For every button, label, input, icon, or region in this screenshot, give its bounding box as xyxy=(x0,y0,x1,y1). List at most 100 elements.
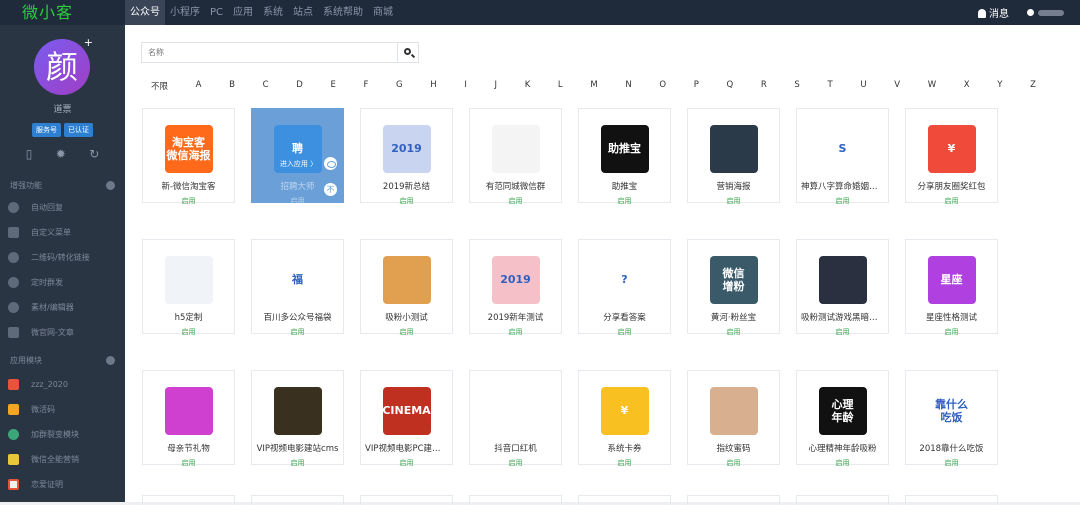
enable-button[interactable]: 启用 xyxy=(688,327,779,337)
enable-button[interactable]: 启用 xyxy=(688,196,779,206)
app-card[interactable]: ¥ 分享朋友圈奖红包 启用 xyxy=(905,108,998,206)
sidebar-item-zzz[interactable]: zzz_2020 xyxy=(0,372,125,397)
app-card[interactable]: 2019 2019新年测试 启用 xyxy=(469,239,562,337)
app-card[interactable]: 有范同城微信群 启用 xyxy=(469,108,562,206)
sidebar-item-live-code[interactable]: 微活码 xyxy=(0,397,125,422)
enable-button[interactable]: 启用 xyxy=(906,327,997,337)
filter-letter-v[interactable]: V xyxy=(894,80,900,92)
enable-button[interactable]: 启用 xyxy=(361,327,452,337)
app-card[interactable]: CINEMA VIP视频电影PC建站... 启用 xyxy=(360,370,453,467)
app-card[interactable]: ¥ 系统卡券 启用 xyxy=(578,370,671,468)
app-card[interactable]: 微信 增粉 黄河·粉丝宝 启用 xyxy=(687,239,780,337)
filter-letter-i[interactable]: I xyxy=(464,80,467,92)
filter-letter-r[interactable]: R xyxy=(761,80,767,92)
filter-letter-s[interactable]: S xyxy=(794,80,799,92)
enable-button[interactable]: 启用 xyxy=(252,196,343,206)
sidebar-item-materials[interactable]: 素材/编辑器 xyxy=(0,295,125,320)
tab-mall[interactable]: 商城 xyxy=(368,0,398,25)
sidebar-item-scheduled-send[interactable]: 定时群发 xyxy=(0,270,125,295)
search-button[interactable] xyxy=(397,43,418,62)
filter-letter-m[interactable]: M xyxy=(590,80,597,92)
enable-button[interactable]: 启用 xyxy=(797,196,888,206)
app-card[interactable]: 淘宝客 微信海报 新-微信淘宝客 启用 xyxy=(142,108,235,206)
filter-letter-u[interactable]: U xyxy=(860,80,866,92)
app-card[interactable]: VIP视频电影建站cms 启用 xyxy=(251,370,344,468)
app-card[interactable]: 福百川多公众号福袋 启用 xyxy=(251,239,344,337)
filter-letter-l[interactable]: L xyxy=(558,80,563,92)
section-app-modules[interactable]: 应用模块 xyxy=(0,350,125,370)
tab-system[interactable]: 系统 xyxy=(258,0,288,25)
filter-letter-o[interactable]: O xyxy=(659,80,666,92)
user-menu[interactable] xyxy=(1027,9,1064,16)
tab-pc[interactable]: PC xyxy=(205,0,228,25)
app-card[interactable]: S 神算八字算命婚姻测... 启用 xyxy=(796,108,889,206)
filter-letter-g[interactable]: G xyxy=(396,80,403,92)
filter-letter-h[interactable]: H xyxy=(430,80,436,92)
app-card[interactable]: 心理 年龄 心理精神年龄吸粉 启用 xyxy=(796,370,889,468)
tab-system-help[interactable]: 系统帮助 xyxy=(318,0,368,25)
enable-button[interactable]: 启用 xyxy=(470,458,561,468)
enable-button[interactable]: 启用 xyxy=(579,327,670,337)
app-card[interactable]: h5定制 启用 xyxy=(142,239,235,337)
sidebar-item-love-cert[interactable]: 恋爱证明 xyxy=(0,472,125,497)
filter-letter-p[interactable]: P xyxy=(694,80,699,92)
filter-letter-d[interactable]: D xyxy=(296,80,303,92)
enable-button[interactable]: 启用 xyxy=(797,458,888,468)
sidebar-item-auto-reply[interactable]: 自动回复 xyxy=(0,195,125,220)
brand-logo[interactable]: 微小客 xyxy=(0,0,125,25)
app-card[interactable]: 靠什么 吃饭 2018靠什么吃饭 启用 xyxy=(905,370,998,468)
enable-button[interactable]: 启用 xyxy=(688,458,779,468)
sidebar-item-custom-menu[interactable]: 自定义菜单 xyxy=(0,220,125,245)
app-card[interactable]: 抖音口红机 启用 xyxy=(469,370,562,468)
enable-button[interactable]: 启用 xyxy=(579,196,670,206)
enable-button[interactable]: 启用 xyxy=(906,196,997,206)
filter-letter-c[interactable]: C xyxy=(263,80,269,92)
tab-mini-program[interactable]: 小程序 xyxy=(165,0,205,25)
eye-icon[interactable] xyxy=(324,157,337,170)
sidebar-item-microsite[interactable]: 微官网-文章 xyxy=(0,320,125,345)
app-card[interactable]: 2019 2019新总结 启用 xyxy=(360,108,453,205)
sidebar-item-group-fission[interactable]: 加群裂变模块 xyxy=(0,422,125,447)
tab-site[interactable]: 站点 xyxy=(288,0,318,25)
app-card[interactable]: 助推宝 助推宝 启用 xyxy=(578,108,671,206)
filter-letter-x[interactable]: X xyxy=(964,80,970,92)
filter-letter-w[interactable]: W xyxy=(928,80,936,92)
tab-apps[interactable]: 应用 xyxy=(228,0,258,25)
filter-letter-e[interactable]: E xyxy=(330,80,335,92)
filter-letter-j[interactable]: J xyxy=(495,80,498,92)
app-card[interactable]: 母亲节礼物 启用 xyxy=(142,370,235,468)
filter-letter-k[interactable]: K xyxy=(525,80,531,92)
enable-button[interactable]: 启用 xyxy=(470,196,561,206)
filter-letter-y[interactable]: Y xyxy=(997,80,1002,92)
refresh-icon[interactable]: ↻ xyxy=(89,147,99,161)
filter-letter-b[interactable]: B xyxy=(229,80,235,92)
app-card[interactable]: 星座 星座性格测试 启用 xyxy=(905,239,998,337)
filter-letter-n[interactable]: N xyxy=(625,80,631,92)
sidebar-item-marketing[interactable]: 微信全能营销 xyxy=(0,447,125,472)
enable-button[interactable]: 启用 xyxy=(797,327,888,337)
sidebar-item-qrcode[interactable]: 二维码/转化链接 xyxy=(0,245,125,270)
filter-all[interactable]: 不限 xyxy=(151,80,168,92)
filter-letter-f[interactable]: F xyxy=(363,80,368,92)
mobile-icon[interactable]: ▯ xyxy=(26,147,33,161)
enable-button[interactable]: 启用 xyxy=(252,458,343,468)
enable-button[interactable]: 启用 xyxy=(470,327,561,337)
enable-button[interactable]: 启用 xyxy=(143,327,234,337)
app-card[interactable]: 指纹蜜码 启用 xyxy=(687,370,780,468)
app-card[interactable]: 聘招聘大师 启用 进入应用 〉不 xyxy=(251,108,344,206)
filter-letter-a[interactable]: A xyxy=(196,80,202,92)
disable-button[interactable]: 不 xyxy=(324,183,337,196)
enable-button[interactable]: 启用 xyxy=(143,458,234,468)
tab-official-account[interactable]: 公众号 xyxy=(125,0,165,25)
app-card[interactable]: 营销海报 启用 xyxy=(687,108,780,206)
filter-letter-q[interactable]: Q xyxy=(727,80,734,92)
enable-button[interactable]: 启用 xyxy=(906,458,997,468)
enable-button[interactable]: 启用 xyxy=(579,458,670,468)
enable-button[interactable]: 启用 xyxy=(143,196,234,206)
app-card[interactable]: 吸粉小测试 启用 xyxy=(360,239,453,337)
app-card[interactable]: ? 分享看答案 启用 xyxy=(578,239,671,337)
filter-letter-z[interactable]: Z xyxy=(1030,80,1036,92)
section-enhanced[interactable]: 增强功能 xyxy=(0,175,125,195)
enable-button[interactable]: 启用 xyxy=(252,327,343,337)
gear-icon[interactable]: ✹ xyxy=(56,147,66,161)
